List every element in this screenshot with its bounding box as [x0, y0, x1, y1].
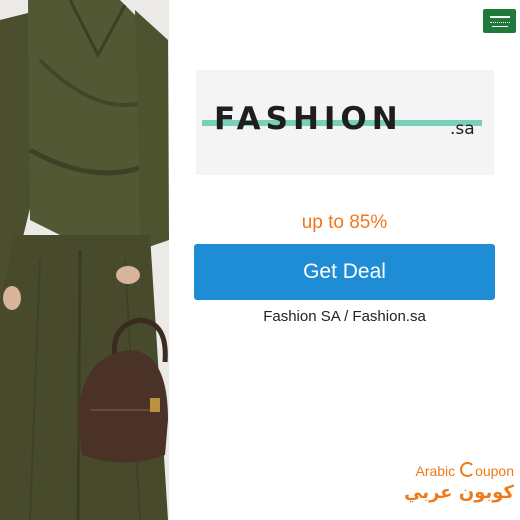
logo-tld: .sa: [450, 119, 475, 139]
brand-english: Arabic oupon: [415, 462, 514, 479]
coupon-banner[interactable]: FASHION .sa up to 85% Get Deal Fashion S…: [0, 0, 520, 520]
brand-english-prefix: Arabic: [415, 463, 456, 479]
coupon-c-icon: [460, 462, 476, 477]
get-deal-button[interactable]: Get Deal: [194, 244, 495, 300]
arabic-coupon-logo[interactable]: Arabic oupon كوبون عربي: [404, 462, 514, 510]
flag-sword-mark: [491, 25, 508, 27]
flag-script-mark: [489, 15, 510, 23]
discount-text: up to 85%: [301, 212, 388, 233]
saudi-flag-icon: [483, 9, 516, 33]
store-name[interactable]: Fashion SA / Fashion.sa: [194, 308, 495, 325]
model-illustration: [0, 0, 169, 520]
brand-english-suffix: oupon: [475, 463, 514, 479]
logo-wordmark: FASHION: [214, 101, 403, 137]
product-photo: [0, 0, 169, 520]
brand-arabic: كوبون عربي: [404, 482, 514, 503]
store-logo[interactable]: FASHION .sa: [196, 70, 494, 175]
